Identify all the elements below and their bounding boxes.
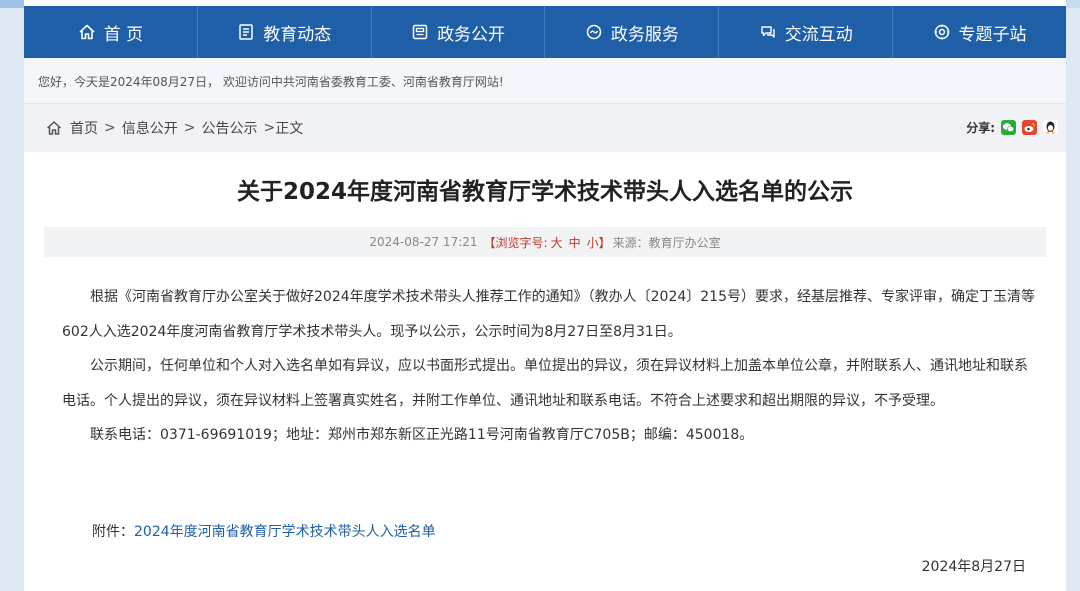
breadcrumb-home-link[interactable]: 首页 xyxy=(70,118,98,138)
nav-item-news[interactable]: 教育动态 xyxy=(198,6,372,58)
nav-label: 专题子站 xyxy=(958,24,1027,45)
home-icon xyxy=(78,23,96,41)
bulletin-icon xyxy=(411,23,429,41)
welcome-message: 您好，今天是2024年08月27日， 欢迎访问中共河南省委教育工委、河南省教育厅… xyxy=(24,58,1066,104)
font-size-label: 【浏览字号: xyxy=(483,235,548,250)
nav-label: 首 页 xyxy=(103,24,144,45)
article-body: 根据《河南省教育厅办公室关于做好2024年度学术技术带头人推荐工作的通知》（教办… xyxy=(62,280,1038,453)
nav-label: 政务公开 xyxy=(437,24,506,45)
chat-icon xyxy=(759,23,777,41)
main-nav: 首 页 教育动态 政务公开 政务服务 交流互动 专题子站 xyxy=(24,6,1066,58)
service-icon xyxy=(585,23,603,41)
nav-label: 政务服务 xyxy=(610,24,679,45)
document-icon xyxy=(237,23,255,41)
article-paragraph: 联系电话：0371-69691019；地址：郑州市郑东新区正光路11号河南省教育… xyxy=(90,427,754,443)
share-label: 分享: xyxy=(966,121,995,135)
target-icon xyxy=(933,23,951,41)
nav-label: 教育动态 xyxy=(263,24,332,45)
breadcrumb-separator: > xyxy=(263,120,276,136)
article-paragraph: 根据《河南省教育厅办公室关于做好2024年度学术技术带头人推荐工作的通知》（教办… xyxy=(62,289,1035,340)
nav-item-gov-service[interactable]: 政务服务 xyxy=(545,6,720,58)
breadcrumb-separator: > xyxy=(183,120,196,136)
attachment-link[interactable]: 2024年度河南省教育厅学术技术带头人入选名单 xyxy=(134,524,436,540)
nav-item-home[interactable]: 首 页 xyxy=(24,6,198,58)
article-title: 关于2024年度河南省教育厅学术技术带头人入选名单的公示 xyxy=(236,179,853,205)
wechat-icon[interactable] xyxy=(1001,120,1016,135)
nav-item-topics[interactable]: 专题子站 xyxy=(893,6,1066,58)
article-datetime: 2024-08-27 17:21 xyxy=(369,235,478,249)
breadcrumb-separator: > xyxy=(104,120,116,136)
breadcrumb-notice-link[interactable]: 公告公示 xyxy=(201,118,257,138)
article-source: 来源：教育厅办公室 xyxy=(612,235,721,250)
font-size-medium-button[interactable]: 中 xyxy=(569,234,581,251)
attachment-label: 附件： xyxy=(92,524,134,540)
attachment: 附件：2024年度河南省教育厅学术技术带头人入选名单 xyxy=(92,521,436,541)
breadcrumb: 首页 > 信息公开 > 公告公示 > 正文 分享: xyxy=(24,104,1066,152)
font-size-small-button[interactable]: 小】 xyxy=(587,234,611,251)
breadcrumb-current: 正文 xyxy=(275,121,304,137)
home-icon xyxy=(46,120,62,136)
share-bar: 分享: xyxy=(966,119,1058,136)
article-meta: 2024-08-27 17:21 【浏览字号: 大 中 小】 来源：教育厅办公室 xyxy=(44,227,1046,257)
qq-icon[interactable] xyxy=(1043,120,1058,135)
weibo-icon[interactable] xyxy=(1022,120,1037,135)
article-paragraph: 公示期间，任何单位和个人对入选名单如有异议，应以书面形式提出。单位提出的异议，须… xyxy=(62,358,1028,409)
font-size-large-button[interactable]: 大 xyxy=(551,234,563,251)
nav-item-interaction[interactable]: 交流互动 xyxy=(719,6,894,58)
breadcrumb-info-link[interactable]: 信息公开 xyxy=(122,118,178,138)
nav-item-gov-open[interactable]: 政务公开 xyxy=(372,6,546,58)
nav-label: 交流互动 xyxy=(784,24,853,45)
article-date: 2024年8月27日 xyxy=(921,559,1026,575)
